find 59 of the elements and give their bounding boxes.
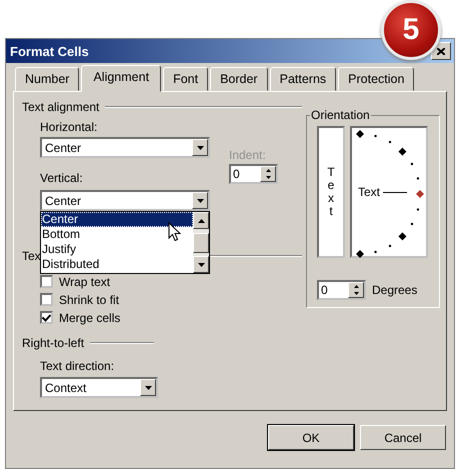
tab[interactable]: Patterns (270, 67, 336, 91)
checkbox[interactable] (40, 311, 53, 324)
field-label: Horizontal: (40, 120, 98, 134)
field-label: Degrees (372, 283, 418, 297)
group-label: Orientation (310, 108, 371, 122)
checkbox[interactable] (40, 293, 53, 306)
dialog-button[interactable]: Cancel (360, 425, 446, 450)
checkbox-label: Wrap text (59, 274, 110, 288)
dial-text: Text (358, 185, 380, 199)
combo-value: Center (45, 140, 82, 154)
section-heading: Right-to-left (22, 336, 84, 350)
spin-buttons[interactable] (260, 166, 276, 182)
down-arrow-icon (354, 292, 358, 295)
checkbox-label: Merge cells (59, 310, 120, 324)
combo-value: Center (45, 194, 82, 208)
list-option[interactable]: Center (41, 212, 193, 227)
list-option[interactable]: Distributed (41, 257, 193, 272)
field-label: Vertical: (40, 171, 84, 185)
tab[interactable]: Number (15, 67, 80, 91)
field-label: Indent: (229, 148, 267, 162)
checkbox[interactable] (40, 275, 53, 288)
vertical-text-button[interactable]: Text (317, 126, 345, 258)
field-label: Text direction: (40, 359, 116, 373)
down-arrow-icon (266, 176, 270, 179)
down-arrow-icon (144, 386, 152, 390)
step-badge: 5 (381, 0, 441, 60)
window-title: Format Cells (10, 44, 89, 58)
section-heading: Text alignment (22, 100, 100, 114)
orientation-dial[interactable]: Text (350, 126, 428, 258)
text-direction-combo[interactable]: Context (40, 377, 158, 398)
scroll-thumb[interactable] (193, 232, 209, 252)
tab[interactable]: Font (163, 67, 208, 91)
scrollbar[interactable] (193, 212, 209, 273)
tab[interactable]: Border (210, 67, 268, 91)
list-option[interactable]: Justify (41, 242, 193, 257)
horizontal-combo[interactable]: Center (40, 137, 210, 158)
up-arrow-icon (354, 285, 358, 288)
spin-field[interactable]: 0 (317, 280, 366, 300)
dropdown-button[interactable] (192, 192, 208, 209)
down-arrow-icon (196, 198, 204, 202)
down-arrow-icon (196, 146, 204, 150)
checkbox-label: Shrink to fit (59, 292, 120, 306)
combo-value: Context (45, 380, 86, 394)
tab[interactable]: Protection (338, 67, 414, 91)
scroll-up-button[interactable] (193, 212, 209, 229)
tab[interactable]: Alignment (81, 65, 162, 92)
list-option[interactable]: Bottom (41, 227, 193, 242)
up-arrow-icon (266, 169, 270, 172)
dialog-button[interactable]: OK (268, 425, 354, 450)
up-arrow-icon (198, 218, 204, 222)
dropdown-button[interactable] (193, 256, 209, 273)
close-icon (437, 48, 445, 54)
spin-buttons[interactable] (348, 282, 364, 298)
down-arrow-icon (198, 262, 204, 266)
vertical-combo[interactable]: Center (40, 190, 210, 211)
dropdown-button[interactable] (140, 379, 156, 396)
dropdown-button[interactable] (192, 139, 208, 156)
section-heading: Tex (22, 249, 41, 263)
cursor-icon (168, 222, 181, 242)
